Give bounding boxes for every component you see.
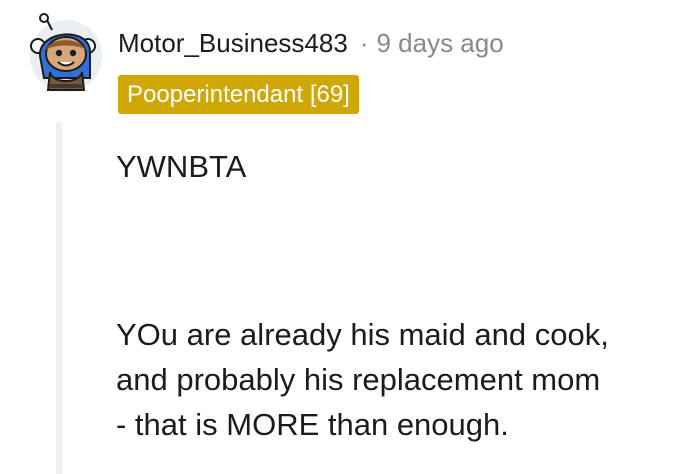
- meta-separator: ·: [359, 28, 369, 58]
- comment: Motor_Business483 · 9 days ago Pooperinten…: [0, 0, 700, 474]
- comment-text-line: - that is MORE than enough.: [116, 407, 509, 442]
- comment-paragraph: YOu are already his maid and cook, and p…: [116, 312, 609, 447]
- username-link[interactable]: Motor_Business483: [118, 28, 348, 58]
- thread-line[interactable]: [56, 122, 62, 474]
- user-avatar-icon[interactable]: [24, 12, 108, 96]
- comment-text-line: YOu are already his maid and cook,: [116, 317, 609, 352]
- user-flair: Pooperintendant [69]: [118, 75, 359, 114]
- comment-text-line: YWNBTA: [116, 149, 247, 184]
- comment-meta: Motor_Business483 · 9 days ago: [118, 25, 504, 61]
- comment-paragraph: YWNBTA: [116, 144, 246, 189]
- timestamp-link[interactable]: 9 days ago: [376, 28, 503, 58]
- comment-text-line: and probably his replacement mom: [116, 362, 601, 397]
